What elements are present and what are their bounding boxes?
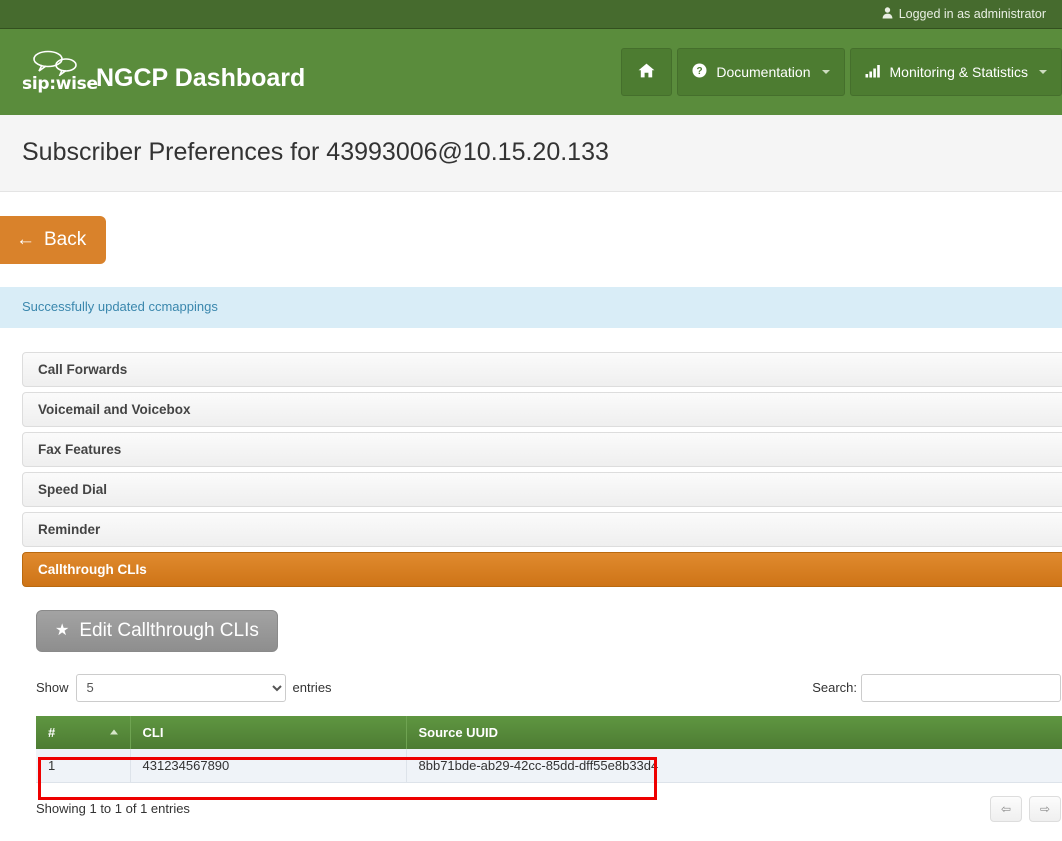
nav-monitoring-button[interactable]: Monitoring & Statistics: [850, 48, 1062, 96]
edit-callthrough-clis-label: Edit Callthrough CLIs: [79, 620, 259, 642]
top-utility-bar: Logged in as administrator: [0, 0, 1062, 29]
accordion-item-speed-dial[interactable]: Speed Dial: [22, 472, 1062, 507]
main-navbar: sip:wise NGCP Dashboard ? D: [0, 29, 1062, 115]
column-header-source-uuid[interactable]: Source UUID: [406, 716, 1062, 749]
success-alert: Successfully updated ccmappings: [0, 287, 1062, 328]
logged-in-status[interactable]: Logged in as administrator: [882, 7, 1046, 22]
column-label: CLI: [143, 725, 164, 740]
cell-source-uuid: 8bb71bde-ab29-42cc-85dd-dff55e8b33d4: [406, 749, 1062, 783]
entries-label: entries: [293, 680, 332, 695]
arrow-right-icon: ⇨: [1040, 802, 1050, 816]
page-title: Subscriber Preferences for 43993006@10.1…: [22, 137, 1040, 167]
datatable-footer: Showing 1 to 1 of 1 entries ⇦ ⇨: [36, 796, 1061, 822]
datatable-pagination: ⇦ ⇨: [990, 796, 1061, 822]
accordion-item-reminder[interactable]: Reminder: [22, 512, 1062, 547]
pagination-next-button[interactable]: ⇨: [1029, 796, 1061, 822]
table-body: 1 431234567890 8bb71bde-ab29-42cc-85dd-d…: [36, 749, 1062, 783]
accordion-item-call-forwards[interactable]: Call Forwards: [22, 352, 1062, 387]
column-label: Source UUID: [419, 725, 498, 740]
nav-documentation-button[interactable]: ? Documentation: [677, 48, 844, 96]
cell-cli: 431234567890: [130, 749, 406, 783]
preferences-accordion: Call Forwards Voicemail and Voicebox Fax…: [22, 352, 1062, 587]
accordion-label: Fax Features: [38, 442, 121, 457]
chevron-down-icon: [822, 70, 830, 74]
question-circle-icon: ?: [692, 63, 707, 81]
datatable-wrapper: # CLI Source UUID: [36, 716, 1062, 783]
column-header-number[interactable]: #: [36, 716, 130, 749]
pagination-previous-button[interactable]: ⇦: [990, 796, 1022, 822]
column-header-cli[interactable]: CLI: [130, 716, 406, 749]
column-label: #: [48, 725, 55, 740]
cell-number: 1: [36, 749, 130, 783]
chevron-down-icon: [1039, 70, 1047, 74]
nav-monitoring-label: Monitoring & Statistics: [890, 64, 1029, 80]
sipwise-wordmark: sip:wise: [22, 74, 98, 94]
callthrough-clis-table: # CLI Source UUID: [36, 716, 1062, 783]
accordion-item-callthrough-clis[interactable]: Callthrough CLIs: [22, 552, 1062, 587]
search-label: Search:: [812, 680, 857, 695]
entries-per-page-select[interactable]: 5: [76, 674, 286, 702]
edit-callthrough-clis-button[interactable]: ★ Edit Callthrough CLIs: [36, 610, 278, 652]
main-content: Call Forwards Voicemail and Voicebox Fax…: [0, 328, 1062, 822]
show-label: Show: [36, 680, 69, 695]
nav-documentation-label: Documentation: [716, 64, 810, 80]
brand-title: NGCP Dashboard: [96, 66, 305, 94]
logged-in-label: Logged in as administrator: [899, 7, 1046, 21]
search-input[interactable]: [861, 674, 1061, 702]
back-button-row: ← Back: [0, 192, 1062, 287]
nav-home-button[interactable]: [621, 48, 672, 96]
back-button[interactable]: ← Back: [0, 216, 106, 264]
datatable-controls: Show 5 entries Search:: [36, 674, 1061, 702]
navbar-menu: ? Documentation Monitoring & Statistics: [621, 48, 1062, 96]
search-control: Search:: [812, 674, 1061, 702]
arrow-left-icon: ←: [16, 229, 35, 251]
entries-length-control: Show 5 entries: [36, 674, 332, 702]
accordion-item-fax-features[interactable]: Fax Features: [22, 432, 1062, 467]
app-window: Logged in as administrator sip:wise NGCP…: [0, 0, 1062, 841]
table-head: # CLI Source UUID: [36, 716, 1062, 749]
user-icon: [882, 7, 893, 22]
accordion-label: Callthrough CLIs: [38, 562, 147, 577]
accordion-item-voicemail-and-voicebox[interactable]: Voicemail and Voicebox: [22, 392, 1062, 427]
svg-text:?: ?: [697, 66, 703, 77]
brand-logo-link[interactable]: sip:wise NGCP Dashboard: [22, 50, 305, 94]
sipwise-logo: sip:wise: [22, 50, 88, 94]
arrow-left-icon: ⇦: [1001, 802, 1011, 816]
bar-chart-icon: [865, 64, 881, 81]
success-alert-message: Successfully updated ccmappings: [22, 299, 218, 314]
table-row[interactable]: 1 431234567890 8bb71bde-ab29-42cc-85dd-d…: [36, 749, 1062, 783]
callthrough-clis-panel: ★ Edit Callthrough CLIs Show 5 entries S…: [22, 592, 1062, 822]
star-icon: ★: [55, 623, 69, 639]
table-header-row: # CLI Source UUID: [36, 716, 1062, 749]
sort-ascending-icon: [110, 730, 118, 735]
accordion-label: Voicemail and Voicebox: [38, 402, 191, 417]
accordion-label: Reminder: [38, 522, 100, 537]
page-header: Subscriber Preferences for 43993006@10.1…: [0, 115, 1062, 192]
accordion-label: Speed Dial: [38, 482, 107, 497]
accordion-label: Call Forwards: [38, 362, 127, 377]
home-icon: [638, 63, 655, 81]
back-button-label: Back: [44, 229, 86, 251]
datatable-info: Showing 1 to 1 of 1 entries: [36, 801, 190, 816]
